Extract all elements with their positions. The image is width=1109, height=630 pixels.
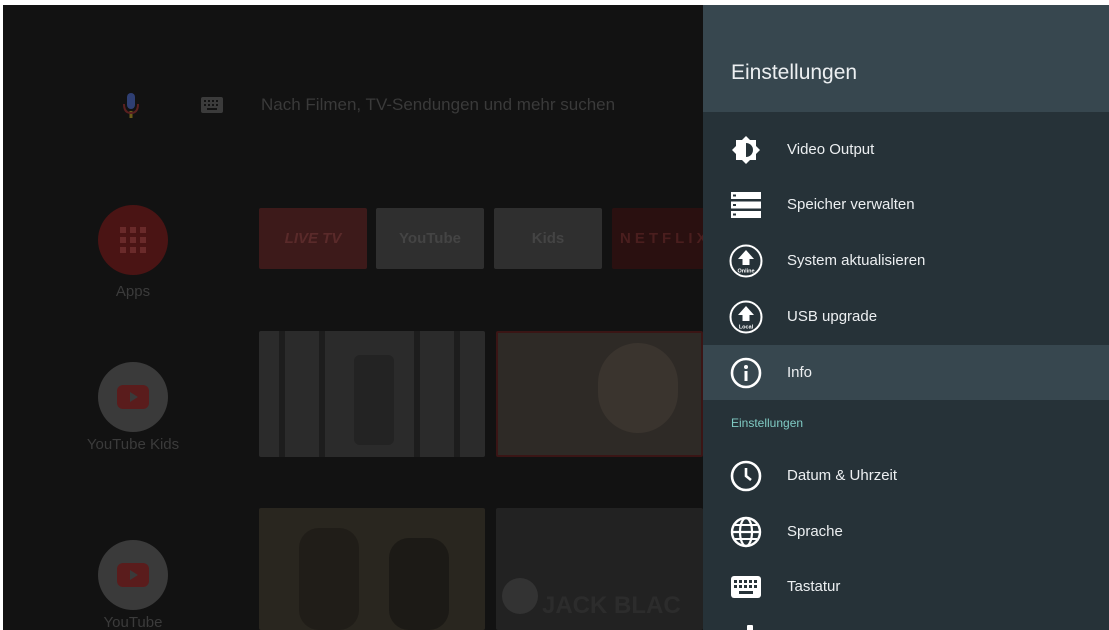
video-tile-tonight-show[interactable]: JACK BLAC <box>496 508 703 630</box>
menu-item-usb-upgrade[interactable]: Local USB upgrade <box>703 289 1109 344</box>
settings-header: Einstellungen <box>703 5 1109 112</box>
menu-item-storage[interactable]: Speicher verwalten <box>703 177 1109 232</box>
apps-button[interactable] <box>98 205 168 275</box>
video-tile-title: JACK BLAC <box>542 592 681 619</box>
settings-title: Einstellungen <box>731 61 858 84</box>
home-launcher: Nach Filmen, TV-Sendungen und mehr suche… <box>3 5 711 630</box>
clock-icon <box>729 459 763 493</box>
menu-label-keyboard: Tastatur <box>787 578 841 595</box>
live-tv-channel[interactable]: LIVE TV <box>259 208 367 269</box>
brightness-icon <box>729 133 763 167</box>
youtube-app[interactable] <box>98 540 168 610</box>
youtube-icon <box>117 563 149 587</box>
kids-channel-label: Kids <box>531 230 565 247</box>
section-header-settings: Einstellungen <box>731 416 804 430</box>
kids-channel[interactable]: Kids <box>494 208 602 269</box>
menu-item-date-time[interactable]: Datum & Uhrzeit <box>703 448 1109 503</box>
menu-label-system-update: System aktualisieren <box>787 252 926 269</box>
menu-label-storage: Speicher verwalten <box>787 196 915 213</box>
netflix-channel[interactable]: NETFLIX <box>612 208 711 269</box>
search-placeholder: Nach Filmen, TV-Sendungen und mehr suche… <box>261 95 616 114</box>
youtube-channel-label: YouTube <box>399 230 461 247</box>
menu-label-info: Info <box>787 364 813 381</box>
online-update-icon: Online <box>729 244 763 278</box>
apps-label: Apps <box>115 283 151 300</box>
local-update-icon: Local <box>729 300 763 334</box>
menu-item-system-update[interactable]: Online System aktualisieren <box>703 233 1109 288</box>
video-tile-movie[interactable] <box>259 508 485 630</box>
settings-panel: Einstellungen Video Output Speicher verw… <box>703 5 1109 630</box>
keyboard-icon <box>729 570 763 604</box>
youtube-kids-icon <box>117 385 149 409</box>
menu-item-keyboard[interactable]: Tastatur <box>703 559 1109 614</box>
netflix-channel-label: NETFLIX <box>620 230 711 247</box>
menu-item-info[interactable]: Info <box>703 345 1109 400</box>
online-badge: Online <box>737 268 754 274</box>
tv-screen: Nach Filmen, TV-Sendungen und mehr suche… <box>3 5 1109 630</box>
menu-label-date-time: Datum & Uhrzeit <box>787 467 898 484</box>
menu-label-usb-upgrade: USB upgrade <box>787 308 878 325</box>
info-icon <box>729 356 763 390</box>
menu-label-language: Sprache <box>787 523 843 540</box>
microphone-icon[interactable] <box>121 91 141 121</box>
local-badge: Local <box>739 324 754 330</box>
video-tile-kids[interactable] <box>496 331 703 457</box>
video-tile-lego[interactable] <box>259 331 485 457</box>
apps-grid-icon <box>120 227 146 253</box>
keyboard-icon[interactable] <box>201 97 223 113</box>
search-bar[interactable]: Nach Filmen, TV-Sendungen und mehr suche… <box>3 75 703 135</box>
globe-icon <box>729 515 763 549</box>
storage-icon <box>729 188 763 222</box>
youtube-kids-label: YouTube Kids <box>86 436 180 453</box>
menu-item-language[interactable]: Sprache <box>703 504 1109 559</box>
menu-label-video-output: Video Output <box>787 141 875 158</box>
live-tv-label: LIVE TV <box>284 230 342 247</box>
youtube-kids-app[interactable] <box>98 362 168 432</box>
menu-item-video-output[interactable]: Video Output <box>703 122 1109 177</box>
youtube-label: YouTube <box>103 614 163 630</box>
youtube-channel[interactable]: YouTube <box>376 208 484 269</box>
next-item-icon-partial <box>747 625 753 630</box>
